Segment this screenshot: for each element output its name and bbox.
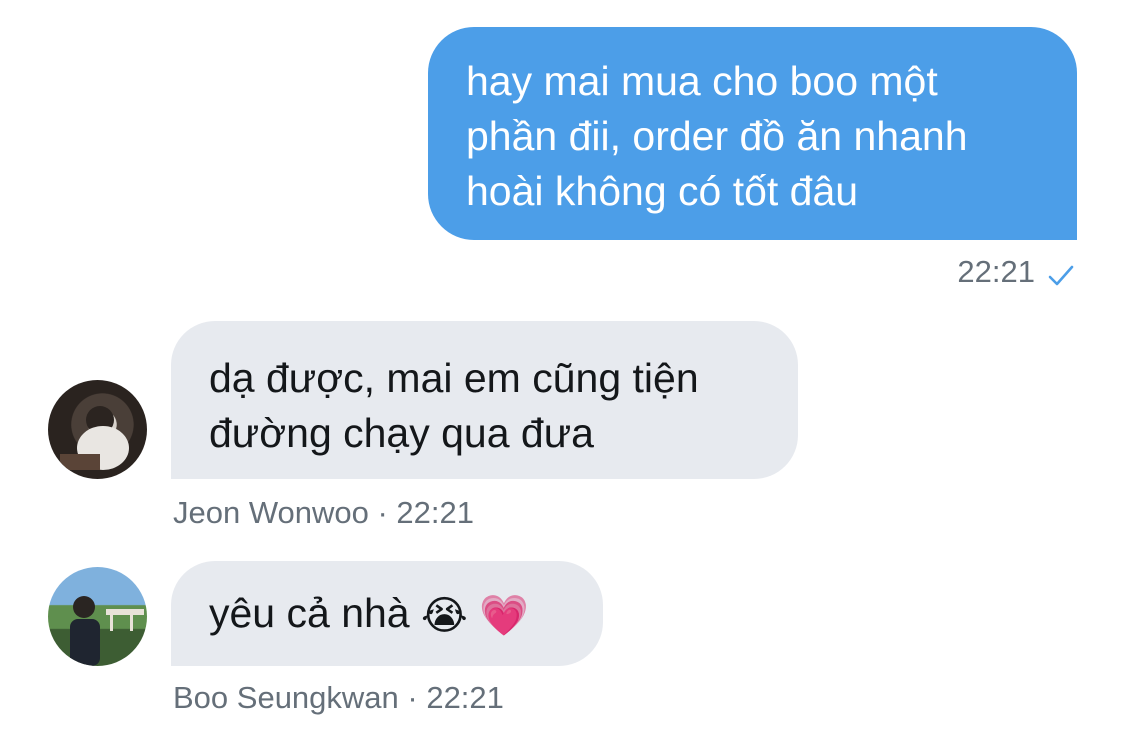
message-sender-time: Jeon Wonwoo · 22:21 (173, 495, 475, 530)
message-line: dạ được, mai em cũng tiện (209, 355, 699, 401)
incoming-message-bubble[interactable]: yêu cả nhà 😭 💗 (171, 561, 603, 666)
message-time: 22:21 (957, 254, 1035, 289)
message-line: đường chạy qua đưa (209, 410, 594, 456)
message-thread: hay mai mua cho boo một phần đii, order … (0, 0, 1125, 731)
message-text: yêu cả nhà (209, 590, 410, 636)
incoming-message-bubble[interactable]: dạ được, mai em cũng tiện đường chạy qua… (171, 321, 798, 479)
check-icon (1047, 260, 1075, 286)
message-line: phần đii, order đồ ăn nhanh (466, 113, 968, 159)
loudly-crying-emoji: 😭 (421, 593, 468, 639)
outgoing-message-bubble[interactable]: hay mai mua cho boo một phần đii, order … (428, 27, 1077, 240)
avatar-boo-seungkwan[interactable] (48, 567, 147, 666)
growing-heart-emoji: 💗 (479, 593, 529, 639)
message-line: hoài không có tốt đâu (466, 168, 859, 214)
message-sender-time: Boo Seungkwan · 22:21 (173, 680, 504, 715)
avatar-jeon-wonwoo[interactable] (48, 380, 147, 479)
message-line: hay mai mua cho boo một (466, 58, 938, 104)
outgoing-message-meta: 22:21 (957, 252, 1075, 292)
